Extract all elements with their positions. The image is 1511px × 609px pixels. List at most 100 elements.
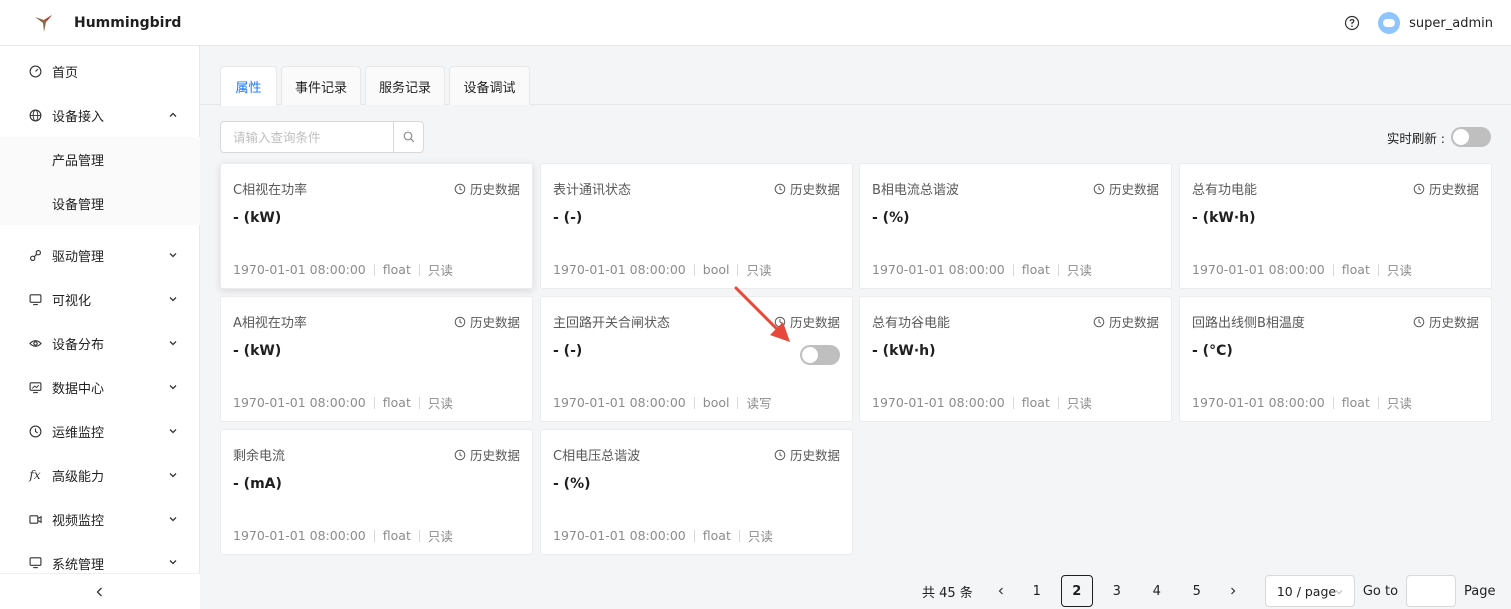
- history-data-link[interactable]: 历史数据: [454, 312, 520, 331]
- history-label: 历史数据: [1428, 315, 1479, 330]
- page-size-select[interactable]: 10 / page: [1264, 575, 1355, 607]
- sidebar-item-device-access[interactable]: 设备接入: [0, 93, 200, 137]
- history-data-link[interactable]: 历史数据: [1093, 179, 1159, 198]
- page-label: Page: [1464, 583, 1496, 599]
- card-time: 1970-01-01 08:00:00: [872, 395, 1005, 410]
- history-icon: [454, 316, 466, 327]
- chevron-down-icon: [1335, 590, 1343, 595]
- history-label: 历史数据: [469, 182, 520, 197]
- dashboard-icon: [28, 64, 42, 78]
- sidebar-item-label: 产品管理: [52, 153, 105, 169]
- search-input[interactable]: [221, 122, 394, 152]
- sidebar-item-driver-management[interactable]: 驱动管理: [0, 233, 200, 277]
- goto-label: Go to: [1362, 583, 1399, 599]
- history-label: 历史数据: [1108, 315, 1159, 330]
- card-time: 1970-01-01 08:00:00: [872, 262, 1005, 277]
- history-data-link[interactable]: 历史数据: [1093, 312, 1159, 331]
- goto-page-input[interactable]: [1406, 575, 1457, 607]
- tab-properties[interactable]: 属性: [220, 66, 277, 106]
- card-access: 只读: [1066, 263, 1092, 278]
- sidebar-item-system[interactable]: 系统管理: [0, 541, 200, 571]
- card-access: 只读: [746, 263, 772, 278]
- sidebar-item-ops-monitoring[interactable]: 运维监控: [0, 409, 200, 453]
- page-button[interactable]: 5: [1181, 575, 1213, 607]
- card-value: - (kW): [233, 210, 282, 226]
- chevron-down-icon: [169, 429, 177, 434]
- history-data-link[interactable]: 历史数据: [454, 445, 520, 464]
- sidebar-item-label: 高级能力: [52, 469, 105, 485]
- search-button[interactable]: [393, 122, 423, 152]
- main-content: 属性 事件记录 服务记录 设备调试 实时刷新 : C相视在功率 历史数据 - (…: [200, 46, 1511, 609]
- card-meta: 1970-01-01 08:00:00 float 只读: [1192, 260, 1412, 279]
- chevron-left-icon: [998, 587, 1003, 595]
- annotation-arrow: [734, 286, 790, 342]
- sidebar-item-home[interactable]: 首页: [0, 49, 200, 93]
- card-type: float: [382, 262, 411, 277]
- card-value: - (-): [553, 343, 583, 359]
- chevron-up-icon: [169, 112, 177, 117]
- history-icon: [774, 449, 786, 460]
- sidebar-item-label: 系统管理: [52, 558, 105, 571]
- sidebar-item-advanced[interactable]: fx 高级能力: [0, 453, 200, 497]
- card-value: - (kW·h): [1192, 210, 1256, 226]
- history-data-link[interactable]: 历史数据: [1413, 312, 1479, 331]
- sidebar-item-visualization[interactable]: 可视化: [0, 277, 200, 321]
- card-meta: 1970-01-01 08:00:00 bool 只读: [553, 260, 771, 279]
- pagination-total: 共 45 条: [922, 585, 973, 601]
- username[interactable]: super_admin: [1409, 16, 1493, 31]
- history-icon: [1413, 316, 1425, 327]
- property-card: A相视在功率 历史数据 - (kW) 1970-01-01 08:00:00 f…: [220, 296, 533, 422]
- card-title: 回路出线侧B相温度: [1192, 316, 1305, 331]
- hummingbird-logo: [35, 14, 52, 32]
- page-button[interactable]: 3: [1101, 575, 1133, 607]
- sidebar-collapse-button[interactable]: [0, 573, 200, 609]
- sidebar-item-data-center[interactable]: 数据中心: [0, 365, 200, 409]
- page-button[interactable]: 1: [1021, 575, 1053, 607]
- tab-service-records[interactable]: 服务记录: [365, 66, 445, 105]
- monitor-icon: [28, 292, 42, 306]
- card-value: - (mA): [233, 476, 282, 492]
- card-meta: 1970-01-01 08:00:00 float 只读: [233, 393, 453, 412]
- sidebar-item-video[interactable]: 视频监控: [0, 497, 200, 541]
- question-circle-icon[interactable]: [1344, 15, 1360, 31]
- card-meta: 1970-01-01 08:00:00 float 只读: [233, 526, 453, 545]
- sidebar-item-label: 驱动管理: [52, 249, 105, 265]
- property-card: 表计通讯状态 历史数据 - (-) 1970-01-01 08:00:00 bo…: [540, 163, 853, 289]
- property-card: B相电流总谐波 历史数据 - (%) 1970-01-01 08:00:00 f…: [859, 163, 1172, 289]
- property-card: C相视在功率 历史数据 - (kW) 1970-01-01 08:00:00 f…: [220, 163, 533, 289]
- chevron-down-icon: [169, 473, 177, 478]
- history-data-link[interactable]: 历史数据: [774, 179, 840, 198]
- card-value: - (%): [872, 210, 910, 226]
- history-icon: [1093, 183, 1105, 194]
- history-data-link[interactable]: 历史数据: [774, 445, 840, 464]
- chevron-down-icon: [169, 517, 177, 522]
- card-type: float: [1341, 395, 1370, 410]
- chevron-down-icon: [169, 560, 177, 565]
- prev-page-button[interactable]: [985, 575, 1017, 607]
- history-icon: [774, 183, 786, 194]
- property-card: 主回路开关合闸状态 历史数据 - (-) 1970-01-01 08:00:00…: [540, 296, 853, 422]
- sidebar-item-product-management[interactable]: 产品管理: [0, 137, 200, 181]
- history-data-link[interactable]: 历史数据: [454, 179, 520, 198]
- video-icon: [28, 512, 42, 526]
- card-title: 表计通讯状态: [553, 183, 632, 198]
- page-button-current[interactable]: 2: [1060, 575, 1093, 607]
- sidebar-item-label: 设备接入: [52, 109, 105, 125]
- tab-bar: 属性 事件记录 服务记录 设备调试: [200, 46, 1511, 106]
- page-button[interactable]: 4: [1141, 575, 1173, 607]
- avatar[interactable]: [1378, 12, 1401, 34]
- sidebar-item-device-management[interactable]: 设备管理: [0, 181, 200, 225]
- realtime-refresh-toggle[interactable]: [1451, 127, 1491, 147]
- card-access: 只读: [1386, 396, 1412, 411]
- card-access: 只读: [747, 529, 773, 544]
- history-data-link[interactable]: 历史数据: [1413, 179, 1479, 198]
- card-meta: 1970-01-01 08:00:00 float 只读: [872, 393, 1092, 412]
- chevron-right-icon: [1230, 587, 1236, 595]
- chevron-down-icon: [169, 341, 177, 346]
- tab-device-debug[interactable]: 设备调试: [449, 66, 530, 105]
- sidebar-item-device-distribution[interactable]: 设备分布: [0, 321, 200, 365]
- switch-toggle[interactable]: [800, 345, 840, 365]
- tab-event-records[interactable]: 事件记录: [281, 66, 361, 105]
- next-page-button[interactable]: [1217, 575, 1249, 607]
- chevron-left-icon: [96, 587, 102, 596]
